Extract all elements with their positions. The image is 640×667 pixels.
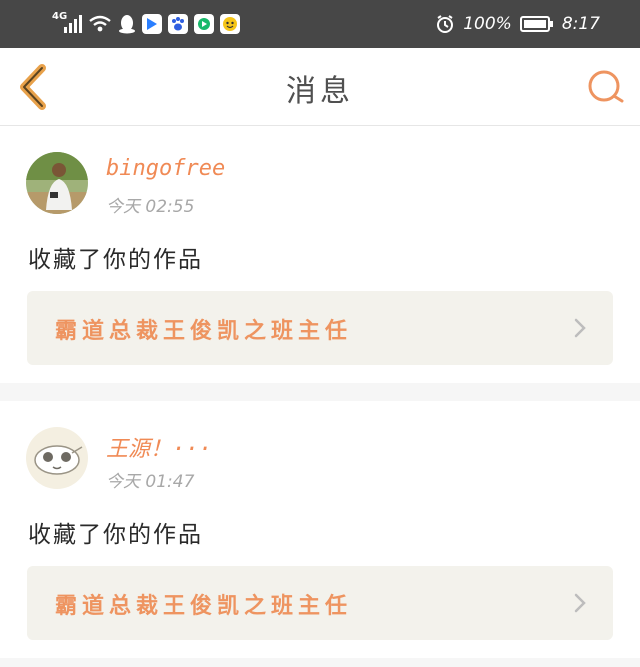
work-title: 霸道总裁王俊凯之班主任 [55,594,353,619]
status-bar: 4G 100% 8:17 [0,0,640,48]
status-bar-right: 100% 8:17 [435,10,600,38]
app-icon-blue [142,14,162,34]
status-bar-left: 4G [52,10,240,38]
app-icon-video [194,14,214,34]
avatar[interactable] [26,152,88,214]
timestamp: 今天 02:55 [106,197,195,217]
avatar[interactable] [26,427,88,489]
action-text: 收藏了你的作品 [28,247,203,273]
qq-icon [118,14,136,34]
app-icon-yellow [220,14,240,34]
work-link[interactable]: 霸道总裁王俊凯之班主任 [27,566,613,640]
username[interactable]: bingofree [106,156,225,181]
battery-icon [519,16,554,32]
chevron-right-icon [573,317,587,339]
username[interactable]: 王源！··· [106,431,212,463]
signal-icon: 4G [52,11,82,35]
message-card: 王源！··· 今天 01:47 收藏了你的作品 霸道总裁王俊凯之班主任 [0,401,640,658]
clock-time: 8:17 [561,14,600,34]
alarm-icon [435,14,455,34]
chevron-right-icon [573,592,587,614]
battery-percent: 100% [463,14,512,34]
page-title: 消息 [286,74,354,109]
header-bar: 消息 [0,48,640,126]
action-text: 收藏了你的作品 [28,522,203,548]
wifi-icon [88,14,112,34]
work-title: 霸道总裁王俊凯之班主任 [55,319,353,344]
work-link[interactable]: 霸道总裁王俊凯之班主任 [27,291,613,365]
search-icon [586,70,626,112]
timestamp: 今天 01:47 [106,472,195,492]
message-card: bingofree 今天 02:55 收藏了你的作品 霸道总裁王俊凯之班主任 [0,126,640,383]
search-button[interactable] [586,68,626,108]
baidu-icon [168,14,188,34]
